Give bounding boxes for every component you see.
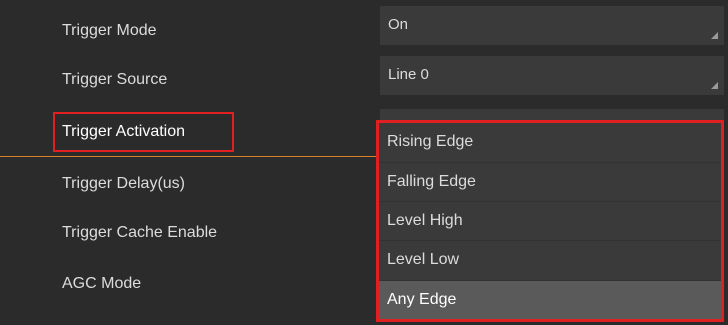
trigger-activation-select[interactable] [380, 109, 724, 120]
trigger-activation-highlight [53, 112, 234, 152]
option-rising-edge[interactable]: Rising Edge [379, 123, 721, 162]
dropdown-corner-icon [711, 82, 718, 89]
trigger-delay-label: Trigger Delay(us) [62, 175, 185, 192]
option-falling-edge[interactable]: Falling Edge [379, 162, 721, 201]
trigger-mode-value: On [388, 16, 409, 33]
option-level-low[interactable]: Level Low [379, 240, 721, 279]
camera-parameter-panel: Trigger Mode On Trigger Source Line 0 Tr… [0, 0, 728, 325]
trigger-source-select[interactable]: Line 0 [380, 56, 724, 96]
option-any-edge[interactable]: Any Edge [379, 280, 721, 319]
dropdown-corner-icon [711, 32, 718, 39]
selected-row-underline [0, 156, 378, 157]
trigger-source-label: Trigger Source [62, 71, 168, 88]
trigger-activation-dropdown: Rising Edge Falling Edge Level High Leve… [376, 120, 724, 322]
trigger-mode-label: Trigger Mode [62, 22, 157, 39]
agc-mode-label: AGC Mode [62, 275, 142, 292]
trigger-source-value: Line 0 [388, 66, 429, 83]
trigger-cache-enable-label: Trigger Cache Enable [62, 224, 218, 241]
trigger-mode-select[interactable]: On [380, 6, 724, 46]
option-level-high[interactable]: Level High [379, 201, 721, 240]
